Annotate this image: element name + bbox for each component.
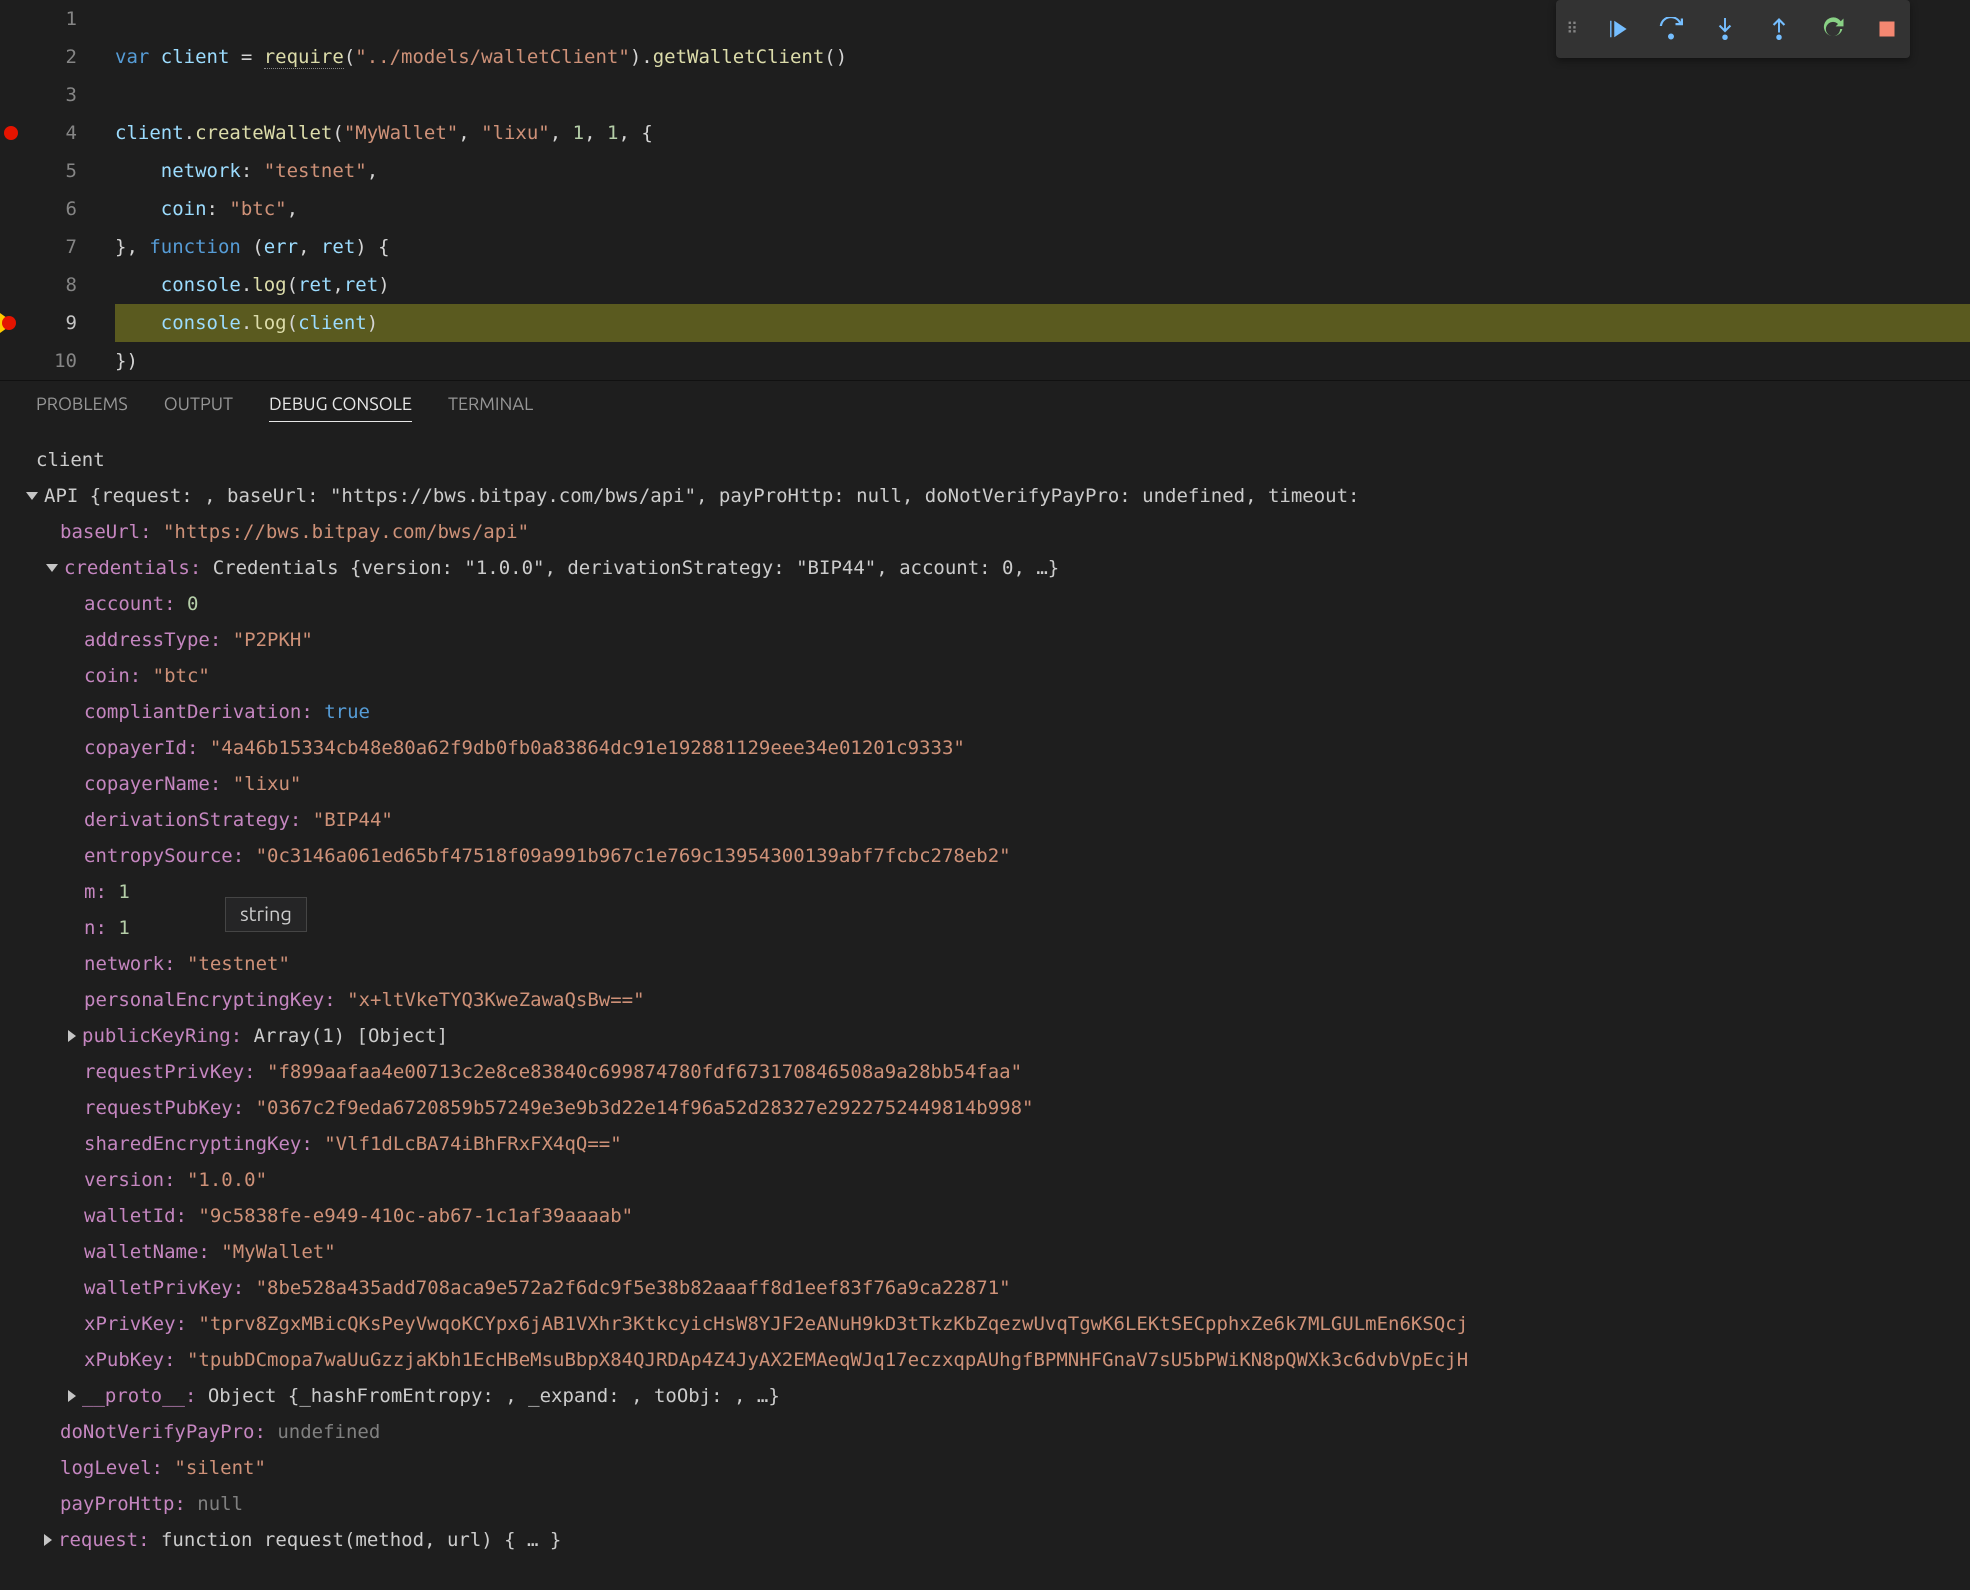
console-line[interactable]: request: function request(method, url) {…: [6, 1522, 1970, 1558]
step-into-button[interactable]: [1712, 16, 1738, 42]
expand-icon[interactable]: [26, 492, 38, 500]
stop-button[interactable]: [1874, 16, 1900, 42]
step-out-button[interactable]: [1766, 16, 1792, 42]
code-line[interactable]: [115, 76, 1970, 114]
tab-debug-console[interactable]: DEBUG CONSOLE: [269, 393, 412, 422]
console-line[interactable]: addressType: "P2PKH": [6, 622, 1970, 658]
console-line[interactable]: copayerName: "lixu": [6, 766, 1970, 802]
collapse-icon[interactable]: [68, 1030, 76, 1042]
console-line[interactable]: walletPrivKey: "8be528a435add708aca9e572…: [6, 1270, 1970, 1306]
line-number: 1: [0, 0, 115, 38]
tab-terminal[interactable]: TERMINAL: [448, 393, 533, 422]
breakpoint-icon[interactable]: [4, 126, 18, 140]
line-number: 4: [0, 114, 115, 152]
line-number: 10: [0, 342, 115, 380]
console-line[interactable]: __proto__: Object {_hashFromEntropy: , _…: [6, 1378, 1970, 1414]
code-line[interactable]: }, function (err, ret) {: [115, 228, 1970, 266]
console-line[interactable]: copayerId: "4a46b15334cb48e80a62f9db0fb0…: [6, 730, 1970, 766]
hover-tooltip: string: [225, 897, 307, 932]
console-line[interactable]: xPubKey: "tpubDCmopa7waUuGzzjaKbh1EcHBeM…: [6, 1342, 1970, 1378]
line-number: 2: [0, 38, 115, 76]
breakpoint-icon[interactable]: [2, 316, 16, 330]
expand-icon[interactable]: [46, 564, 58, 572]
code-line[interactable]: client.createWallet("MyWallet", "lixu", …: [115, 114, 1970, 152]
console-line[interactable]: payProHttp: null: [6, 1486, 1970, 1522]
console-line[interactable]: logLevel: "silent": [6, 1450, 1970, 1486]
line-number: 7: [0, 228, 115, 266]
drag-handle-icon[interactable]: ⠿: [1566, 19, 1576, 39]
console-line[interactable]: version: "1.0.0": [6, 1162, 1970, 1198]
code-line[interactable]: coin: "btc",: [115, 190, 1970, 228]
line-number: 6: [0, 190, 115, 228]
tab-output[interactable]: OUTPUT: [164, 393, 233, 422]
code-line-active[interactable]: console.log(client): [115, 304, 1970, 342]
console-line[interactable]: doNotVerifyPayPro: undefined: [6, 1414, 1970, 1450]
console-line[interactable]: compliantDerivation: true: [6, 694, 1970, 730]
console-line[interactable]: publicKeyRing: Array(1) [Object]: [6, 1018, 1970, 1054]
line-number: 9: [0, 304, 115, 342]
restart-button[interactable]: [1820, 16, 1846, 42]
console-line[interactable]: requestPrivKey: "f899aafaa4e00713c2e8ce8…: [6, 1054, 1970, 1090]
collapse-icon[interactable]: [44, 1534, 52, 1546]
console-line[interactable]: coin: "btc": [6, 658, 1970, 694]
collapse-icon[interactable]: [68, 1390, 76, 1402]
console-line[interactable]: credentials: Credentials {version: "1.0.…: [6, 550, 1970, 586]
console-line[interactable]: entropySource: "0c3146a061ed65bf47518f09…: [6, 838, 1970, 874]
console-line[interactable]: derivationStrategy: "BIP44": [6, 802, 1970, 838]
step-over-button[interactable]: [1658, 16, 1684, 42]
debug-console[interactable]: client API {request: , baseUrl: "https:/…: [0, 432, 1970, 1590]
code-line[interactable]: console.log(ret,ret): [115, 266, 1970, 304]
console-line[interactable]: walletId: "9c5838fe-e949-410c-ab67-1c1af…: [6, 1198, 1970, 1234]
console-line[interactable]: baseUrl: "https://bws.bitpay.com/bws/api…: [6, 514, 1970, 550]
console-line[interactable]: client: [6, 442, 1970, 478]
console-line[interactable]: walletName: "MyWallet": [6, 1234, 1970, 1270]
console-line[interactable]: personalEncryptingKey: "x+ltVkeTYQ3KweZa…: [6, 982, 1970, 1018]
console-line[interactable]: API {request: , baseUrl: "https://bws.bi…: [6, 478, 1970, 514]
line-gutter: 1 2 3 4 5 6 7 8 9 10: [0, 0, 115, 380]
continue-button[interactable]: [1604, 16, 1630, 42]
debug-toolbar[interactable]: ⠿: [1556, 0, 1910, 58]
code-line[interactable]: }): [115, 342, 1970, 380]
line-number: 5: [0, 152, 115, 190]
console-line[interactable]: network: "testnet": [6, 946, 1970, 982]
tab-problems[interactable]: PROBLEMS: [36, 393, 128, 422]
console-line[interactable]: xPrivKey: "tprv8ZgxMBicQKsPeyVwqoKCYpx6j…: [6, 1306, 1970, 1342]
code-line[interactable]: network: "testnet",: [115, 152, 1970, 190]
line-number: 8: [0, 266, 115, 304]
line-number: 3: [0, 76, 115, 114]
panel-tabs: PROBLEMS OUTPUT DEBUG CONSOLE TERMINAL: [0, 380, 1970, 432]
console-line[interactable]: requestPubKey: "0367c2f9eda6720859b57249…: [6, 1090, 1970, 1126]
console-line[interactable]: sharedEncryptingKey: "Vlf1dLcBA74iBhFRxF…: [6, 1126, 1970, 1162]
console-line[interactable]: account: 0: [6, 586, 1970, 622]
